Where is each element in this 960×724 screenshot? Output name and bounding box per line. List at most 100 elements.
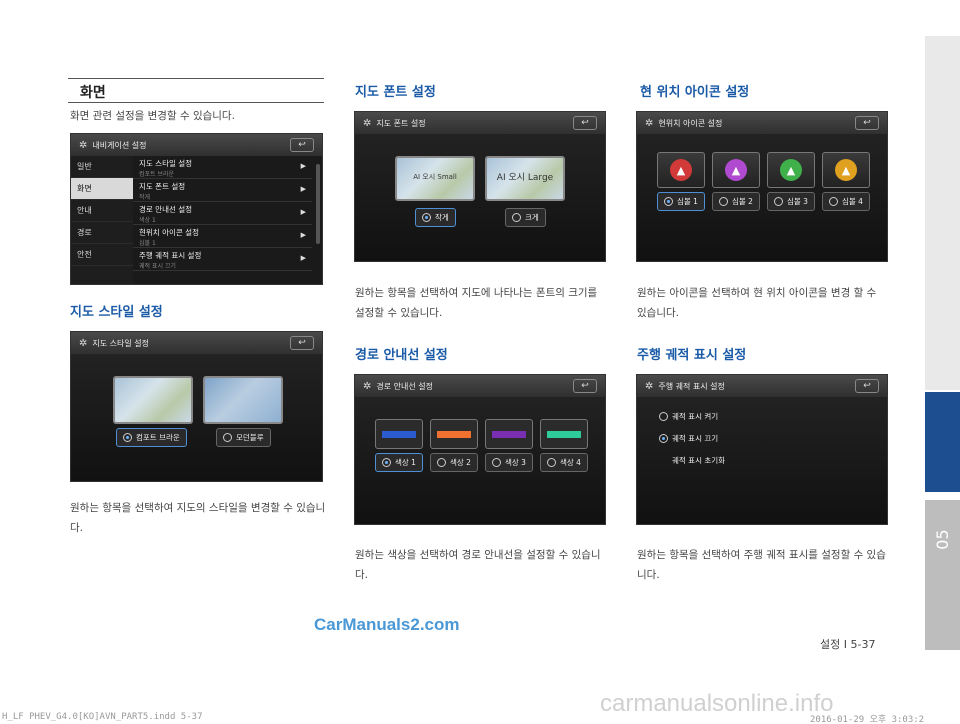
font-preview-large[interactable]: AI 오시 Large [485, 156, 565, 201]
option-symbol-2[interactable]: 심볼 2 [712, 192, 760, 211]
option-color-3[interactable]: 색상 3 [485, 453, 533, 472]
location-arrow-icon: ▲ [835, 159, 857, 181]
option-symbol-1[interactable]: 심볼 1 [657, 192, 705, 211]
list-item[interactable]: 지도 폰트 설정 작게 ▶ [133, 179, 312, 202]
option-modern-blue[interactable]: 모던블루 [216, 428, 271, 447]
color-swatch [492, 430, 526, 438]
gear-icon: ✲ [363, 380, 372, 392]
list-item-title: 지도 스타일 설정 [139, 159, 193, 168]
radio-icon [719, 197, 728, 206]
option-label: 모던블루 [236, 433, 264, 442]
chevron-right-icon: ▶ [300, 162, 306, 170]
list-item-value: 궤적 표시 끄기 [139, 263, 176, 270]
map-style-preview-brown[interactable] [113, 376, 193, 424]
map-style-preview-blue[interactable] [203, 376, 283, 424]
back-icon[interactable]: ↩ [573, 379, 597, 393]
watermark-link[interactable]: CarManuals2.com [314, 615, 460, 635]
option-track-off[interactable]: 궤적 표시 끄기 [659, 433, 718, 444]
radio-icon [512, 213, 521, 222]
option-label: 색상 4 [560, 458, 581, 467]
list-item[interactable]: 경로 안내선 설정 색상 1 ▶ [133, 202, 312, 225]
map-style-screen: ✲ 지도 스타일 설정 ↩ 컴포트 브라운 모던블루 [70, 331, 323, 482]
gear-icon: ✲ [79, 337, 88, 349]
page-title: 화면 [80, 85, 106, 101]
scrollbar[interactable] [316, 164, 320, 244]
nav-menu-item[interactable]: 안전 [71, 244, 133, 266]
chevron-right-icon: ▶ [300, 254, 306, 262]
nav-menu-item-active[interactable]: 화면 [71, 178, 133, 200]
back-icon[interactable]: ↩ [855, 116, 879, 130]
page-number: 설정 I 5-37 [820, 638, 876, 651]
color-swatch [547, 430, 581, 438]
option-label: 궤적 표시 초기화 [672, 456, 726, 465]
route-color-4[interactable] [540, 419, 588, 449]
gear-icon: ✲ [645, 380, 654, 392]
list-item[interactable]: 현위치 아이콘 설정 심볼 1 ▶ [133, 225, 312, 248]
track-reset-button[interactable]: 궤적 표시 초기화 [672, 455, 725, 466]
screen-title: 현위치 아이콘 설정 [658, 118, 723, 128]
list-item[interactable]: 지도 스타일 설정 컴포트 브라운 ▶ [133, 156, 312, 179]
location-icon-description: 원하는 아이콘을 선택하여 현 위치 아이콘을 변경 할 수 있습니다. [637, 287, 877, 319]
location-arrow-icon: ▲ [670, 159, 692, 181]
option-large[interactable]: 크게 [505, 208, 546, 227]
location-arrow-icon: ▲ [725, 159, 747, 181]
section-rule-top [68, 78, 324, 79]
back-icon[interactable]: ↩ [290, 336, 314, 350]
list-item-title: 경로 안내선 설정 [139, 205, 193, 214]
color-swatch [382, 430, 416, 438]
site-watermark: carmanualsonline.info [600, 690, 834, 717]
nav-menu-item[interactable]: 일반 [71, 156, 133, 178]
nav-menu-item[interactable]: 안내 [71, 200, 133, 222]
route-line-heading: 경로 안내선 설정 [355, 348, 448, 363]
option-symbol-3[interactable]: 심볼 3 [767, 192, 815, 211]
symbol-box-1[interactable]: ▲ [657, 152, 705, 188]
radio-selected-icon [123, 433, 132, 442]
font-preview-small[interactable]: AI 오시 Small [395, 156, 475, 201]
option-comfort-brown[interactable]: 컴포트 브라운 [116, 428, 187, 447]
option-label: 컴포트 브라운 [136, 433, 180, 442]
back-icon[interactable]: ↩ [573, 116, 597, 130]
radio-icon [774, 197, 783, 206]
chapter-number: 05 [933, 529, 952, 550]
option-small[interactable]: 작게 [415, 208, 456, 227]
option-label: 크게 [525, 213, 539, 222]
back-icon[interactable]: ↩ [855, 379, 879, 393]
nav-menu-item[interactable]: 경로 [71, 222, 133, 244]
route-color-3[interactable] [485, 419, 533, 449]
option-color-1[interactable]: 색상 1 [375, 453, 423, 472]
radio-icon [437, 458, 446, 467]
section-rule-bottom [68, 102, 324, 103]
chevron-right-icon: ▶ [300, 231, 306, 239]
radio-icon [223, 433, 232, 442]
radio-icon [547, 458, 556, 467]
sidebar-tab-active [925, 392, 960, 492]
option-symbol-4[interactable]: 심볼 4 [822, 192, 870, 211]
option-label: 궤적 표시 끄기 [672, 434, 719, 443]
list-item-value: 작게 [139, 194, 151, 201]
route-color-2[interactable] [430, 419, 478, 449]
map-font-heading: 지도 폰트 설정 [355, 85, 436, 100]
radio-icon [659, 412, 668, 421]
list-item-value: 색상 1 [139, 217, 156, 224]
route-color-1[interactable] [375, 419, 423, 449]
option-track-on[interactable]: 궤적 표시 켜기 [659, 411, 718, 422]
radio-icon [492, 458, 501, 467]
option-label: 심볼 2 [732, 197, 753, 206]
map-style-description: 원하는 항목을 선택하여 지도의 스타일을 변경할 수 있습니다. [70, 502, 326, 534]
symbol-box-2[interactable]: ▲ [712, 152, 760, 188]
list-item-title: 지도 폰트 설정 [139, 182, 186, 191]
screen-title: 내비게이션 설정 [92, 140, 147, 150]
driving-track-heading: 주행 궤적 표시 설정 [637, 348, 747, 363]
symbol-box-3[interactable]: ▲ [767, 152, 815, 188]
back-icon[interactable]: ↩ [290, 138, 314, 152]
list-item-title: 현위치 아이콘 설정 [139, 228, 199, 237]
option-color-2[interactable]: 색상 2 [430, 453, 478, 472]
footer-file-info: H_LF PHEV_G4.0[KO]AVN_PART5.indd 5-37 [2, 712, 203, 722]
radio-selected-icon [422, 213, 431, 222]
list-item[interactable]: 주행 궤적 표시 설정 궤적 표시 끄기 ▶ [133, 248, 312, 271]
screen-title: 경로 안내선 설정 [376, 381, 433, 391]
option-color-4[interactable]: 색상 4 [540, 453, 588, 472]
symbol-box-4[interactable]: ▲ [822, 152, 870, 188]
route-line-description: 원하는 색상을 선택하여 경로 안내선을 설정할 수 있습니다. [355, 549, 601, 581]
option-label: 작게 [435, 213, 449, 222]
